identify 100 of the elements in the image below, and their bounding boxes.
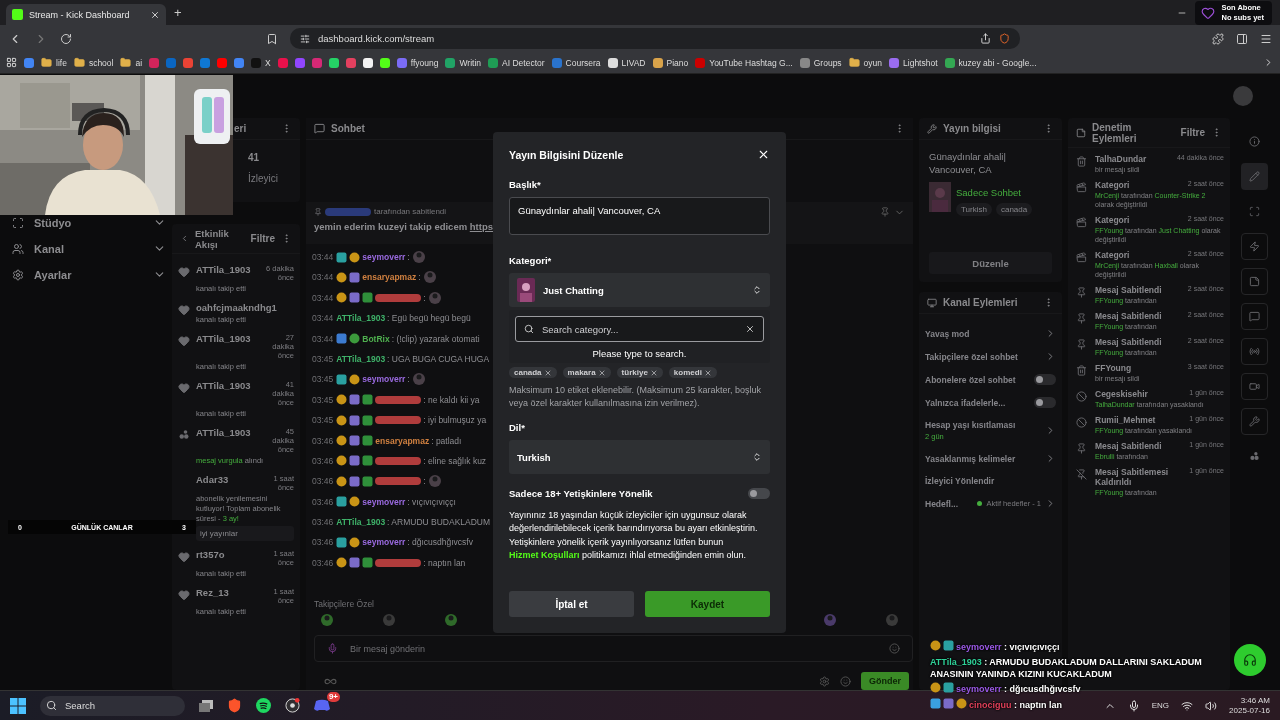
link[interactable]: Hizmet Koşulları bbox=[509, 549, 580, 560]
rail-button[interactable] bbox=[1240, 338, 1268, 365]
pin-icon[interactable] bbox=[880, 207, 890, 217]
emoji-icon[interactable] bbox=[840, 675, 851, 687]
filter-button[interactable]: Filtre bbox=[250, 233, 275, 244]
sidebar-item[interactable]: Stüdyo bbox=[12, 214, 166, 231]
close-button[interactable] bbox=[757, 148, 770, 161]
windows-logo-icon[interactable] bbox=[10, 697, 26, 714]
toggle-switch[interactable] bbox=[1034, 374, 1056, 385]
chat-username[interactable]: ensaryapmaz bbox=[375, 435, 430, 446]
collapse-icon[interactable] bbox=[180, 234, 189, 243]
action-label[interactable]: Yavaş mod bbox=[925, 328, 1041, 339]
aperture-icon[interactable] bbox=[285, 698, 300, 713]
language-indicator[interactable]: ENG bbox=[1151, 701, 1170, 710]
new-tab-button[interactable]: + bbox=[174, 5, 182, 20]
chat-username[interactable]: ensaryapmaz bbox=[362, 272, 417, 283]
cancel-button[interactable]: İptal et bbox=[509, 591, 634, 617]
language-select[interactable]: Turkish bbox=[509, 440, 770, 474]
bookmark-link[interactable]: Writin bbox=[445, 57, 482, 68]
bookmark-link[interactable]: X bbox=[251, 57, 271, 68]
bookmark-link[interactable]: Lightshot bbox=[889, 57, 938, 68]
bookmark-link[interactable]: Groups bbox=[799, 57, 842, 68]
pin-icon bbox=[1076, 287, 1087, 298]
rail-button[interactable] bbox=[1240, 373, 1268, 400]
address-bar[interactable]: dashboard.kick.com/stream bbox=[290, 28, 1020, 49]
volume-icon[interactable] bbox=[1205, 699, 1218, 712]
chat-username[interactable]: seymoverr bbox=[362, 252, 406, 262]
send-button[interactable]: Gönder bbox=[861, 672, 909, 690]
title-field[interactable]: Günaydınlar ahali| Vancouver, CA bbox=[509, 197, 770, 235]
bookmark-link[interactable]: LIVAD bbox=[607, 57, 646, 68]
sidebar-icon[interactable] bbox=[1236, 32, 1248, 45]
chat-username[interactable]: seymoverr bbox=[362, 374, 406, 385]
site-icon[interactable] bbox=[379, 57, 390, 68]
chat-username[interactable]: seymoverr bbox=[362, 537, 406, 548]
action-label[interactable]: Abonelere özel sohbet bbox=[925, 374, 1030, 385]
clear-icon[interactable] bbox=[745, 324, 755, 334]
rail-button[interactable] bbox=[1240, 303, 1268, 330]
site-icon[interactable] bbox=[362, 57, 373, 68]
action-label[interactable]: Yasaklanmış kelimeler bbox=[925, 453, 1041, 464]
sidebar-item[interactable]: Kanal bbox=[12, 240, 166, 257]
link[interactable]: https bbox=[469, 221, 493, 232]
share-icon[interactable] bbox=[980, 33, 991, 44]
bookmark-folder[interactable]: life bbox=[41, 57, 67, 68]
site-icon[interactable] bbox=[328, 57, 339, 68]
action-label[interactable]: Hedefl... bbox=[925, 498, 974, 509]
bookmark-folder[interactable]: ai bbox=[120, 57, 143, 68]
tag-chip[interactable]: canada bbox=[509, 367, 557, 378]
rail-button[interactable] bbox=[1240, 408, 1268, 435]
shield-icon[interactable] bbox=[227, 698, 242, 713]
filter-button[interactable]: Filtre bbox=[1180, 127, 1205, 138]
settings-icon[interactable] bbox=[819, 675, 830, 687]
bookmark-link[interactable]: kuzey abi - Google... bbox=[944, 57, 1037, 68]
sidebar-item[interactable]: Ayarlar bbox=[12, 266, 166, 283]
bookmark-link[interactable]: Coursera bbox=[551, 57, 601, 68]
heart-icon bbox=[178, 266, 190, 278]
action-label[interactable]: Yalnızca ifadelerle... bbox=[925, 397, 1030, 408]
chat-username[interactable]: ATTila_1903 bbox=[336, 313, 386, 324]
rail-button[interactable] bbox=[1240, 268, 1268, 295]
windows-icon[interactable] bbox=[199, 699, 213, 712]
bookmark-link[interactable]: AI Detector bbox=[488, 57, 545, 68]
bookmark-link[interactable]: ffyoung bbox=[396, 57, 439, 68]
chat-username[interactable]: ATTila_1903 bbox=[336, 353, 386, 364]
action-label[interactable]: Hesap yaşı kısıtlaması bbox=[925, 420, 1041, 430]
shield-icon[interactable] bbox=[999, 33, 1010, 44]
bookmark-folder[interactable]: oyun bbox=[848, 57, 883, 68]
apps-icon[interactable] bbox=[6, 57, 17, 68]
browser-tab[interactable]: Stream - Kick Dashboard bbox=[6, 4, 166, 25]
tag-chip[interactable]: makara bbox=[562, 367, 611, 378]
rail-button[interactable] bbox=[1240, 163, 1268, 190]
bookmark-link[interactable]: YouTube Hashtag G... bbox=[695, 57, 793, 68]
chat-username[interactable]: seymoverr bbox=[362, 496, 406, 507]
category-search-field[interactable]: Search category... bbox=[515, 316, 764, 342]
action-label[interactable]: Takipçilere özel sohbet bbox=[925, 351, 1041, 362]
chat-username[interactable]: ATTila_1903 bbox=[336, 517, 386, 528]
search-input[interactable]: Search bbox=[63, 699, 143, 712]
bookmark-link[interactable]: Piano bbox=[652, 57, 689, 68]
clock[interactable]: 3:46 AM 2025-07-16 bbox=[1229, 695, 1270, 716]
game-controller-icon[interactable] bbox=[314, 699, 330, 712]
search-field[interactable]: Search bbox=[40, 695, 185, 716]
rail-button[interactable] bbox=[1240, 233, 1268, 260]
wave-circle-icon[interactable] bbox=[256, 698, 271, 713]
tag-chip[interactable]: komedi bbox=[668, 367, 717, 378]
bookmark-icon[interactable] bbox=[266, 32, 278, 45]
category-select[interactable]: Just Chatting bbox=[509, 273, 770, 307]
message-field[interactable]: Bir mesaj gönderin bbox=[314, 635, 913, 662]
bookmark-folder[interactable]: school bbox=[73, 57, 114, 68]
puzzle-icon[interactable] bbox=[1212, 32, 1224, 45]
menu-icon[interactable] bbox=[1260, 32, 1272, 45]
network-icon[interactable] bbox=[1181, 699, 1194, 712]
microphone-icon[interactable] bbox=[1127, 699, 1140, 712]
edit-button[interactable]: Düzenle bbox=[929, 252, 1052, 274]
tag-chip[interactable]: türkiye bbox=[616, 367, 663, 378]
toggle-switch[interactable] bbox=[1034, 397, 1056, 408]
toggle-switch[interactable] bbox=[748, 488, 770, 499]
search-input[interactable]: Search category... bbox=[540, 322, 739, 336]
chat-username[interactable]: BotRix bbox=[362, 333, 390, 344]
reload-icon[interactable] bbox=[60, 32, 72, 45]
save-button[interactable]: Kaydet bbox=[645, 591, 770, 617]
action-label[interactable]: İzleyici Yönlendir bbox=[925, 476, 1056, 486]
message-input[interactable]: Bir mesaj gönderin bbox=[348, 642, 879, 655]
